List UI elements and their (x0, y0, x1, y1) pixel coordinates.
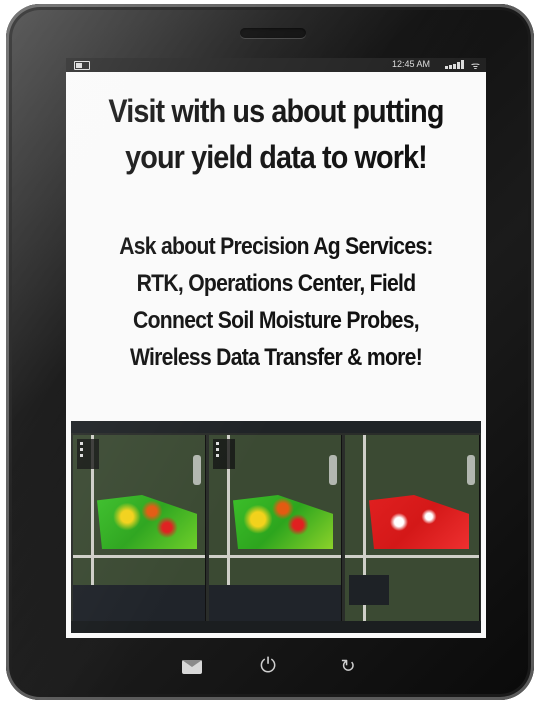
app-toolbar (71, 421, 481, 433)
services-line-1: Ask about Precision Ag Services: (119, 233, 433, 260)
bottom-data-strip (71, 621, 481, 633)
map-legend (77, 439, 99, 469)
battery-icon (74, 61, 90, 70)
data-panel (209, 585, 341, 621)
services-line-4: Wireless Data Transfer & more! (129, 344, 423, 371)
road (345, 555, 479, 558)
yield-map-panel-2 (209, 435, 342, 621)
refresh-icon[interactable]: ↻ (334, 652, 362, 680)
tablet-screen: 12:45 AM ᯤ Visit with us about putting y… (66, 58, 486, 638)
road (73, 555, 205, 558)
tablet-dock: ⏻ ↻ (0, 648, 539, 688)
services-line-2: RTK, Operations Center, Field (136, 270, 417, 297)
yield-map-photo (71, 421, 481, 633)
road (209, 555, 341, 558)
zoom-control (329, 455, 337, 485)
signal-bars-icon (445, 60, 464, 69)
zoom-control (193, 455, 201, 485)
power-icon[interactable]: ⏻ (254, 652, 282, 680)
yield-map-panel-1 (73, 435, 206, 621)
headline-line-1: Visit with us about putting (108, 93, 444, 129)
status-bar: 12:45 AM ᯤ (66, 58, 486, 72)
data-panel (73, 585, 205, 621)
yield-field (369, 495, 469, 549)
yield-field (233, 495, 333, 549)
map-legend (213, 439, 235, 469)
yield-field (97, 495, 197, 549)
services-text: Ask about Precision Ag Services: RTK, Op… (91, 228, 461, 376)
services-line-3: Connect Soil Moisture Probes, (133, 307, 420, 334)
wifi-icon: ᯤ (470, 61, 480, 72)
headline: Visit with us about putting your yield d… (87, 88, 465, 180)
data-panel (349, 575, 389, 605)
status-time: 12:45 AM (391, 59, 430, 69)
zoom-control (467, 455, 475, 485)
mail-icon[interactable] (182, 660, 202, 674)
headline-line-2: your yield data to work! (125, 139, 428, 175)
yield-map-panel-3 (345, 435, 480, 621)
speaker-grille (240, 28, 306, 38)
